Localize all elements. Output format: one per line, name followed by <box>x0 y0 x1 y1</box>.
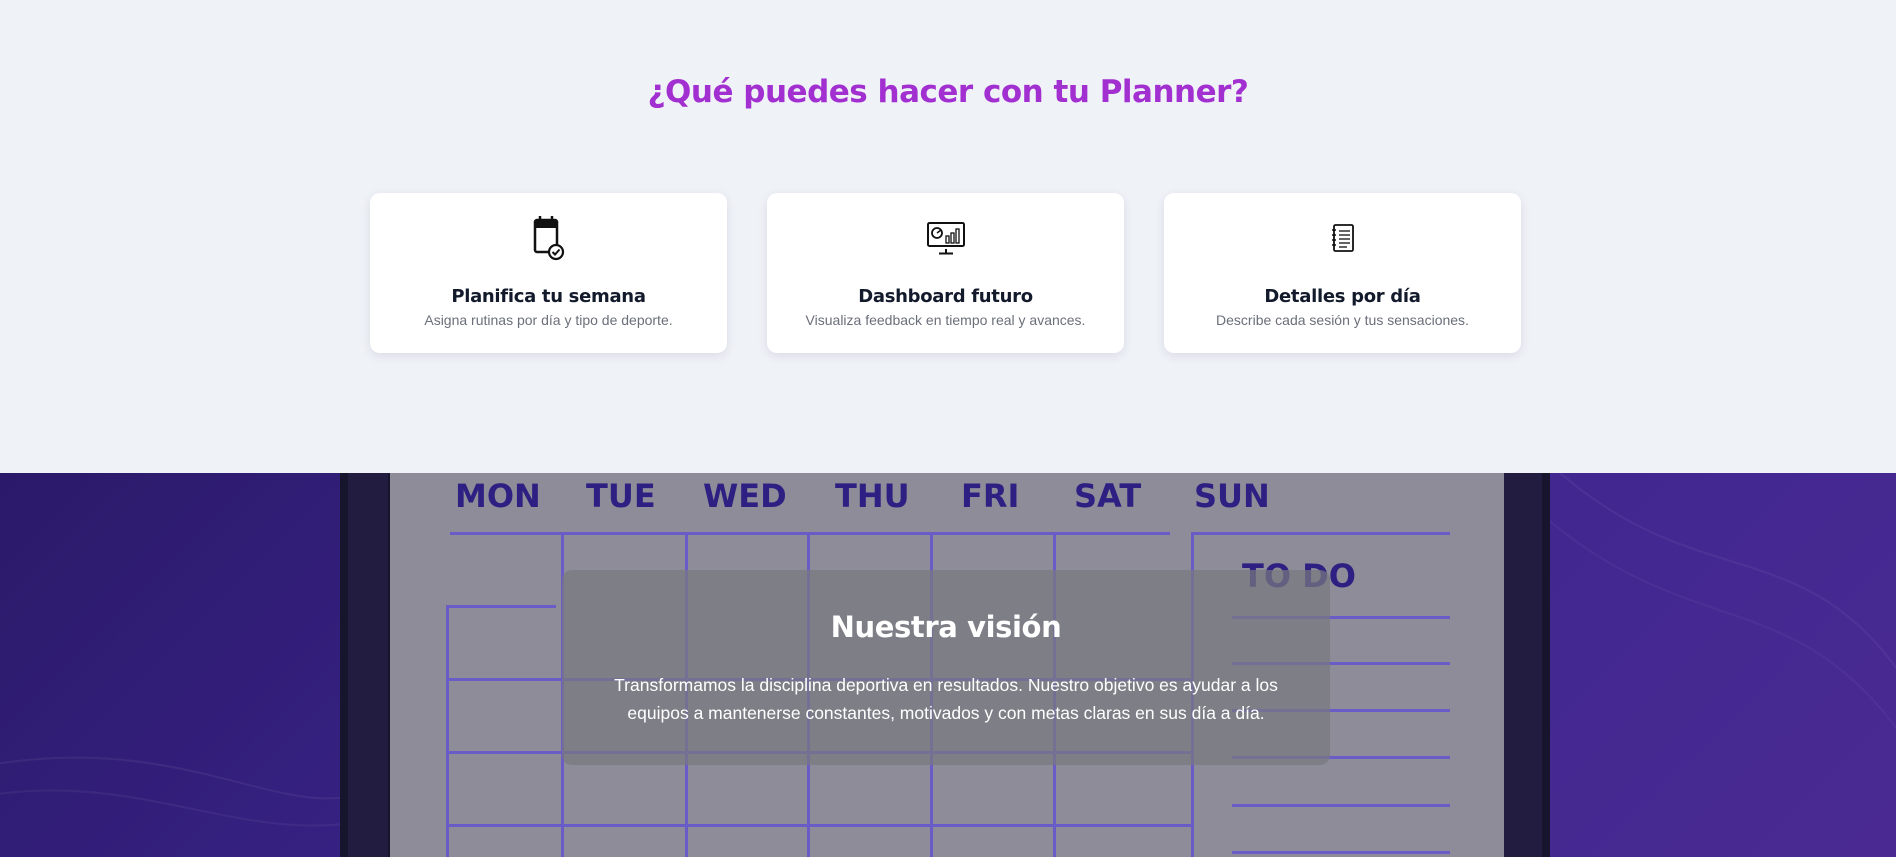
feature-card-plan: Planifica tu semana Asigna rutinas por d… <box>370 193 727 353</box>
feature-card-description: Visualiza feedback en tiempo real y avan… <box>805 312 1086 328</box>
feature-card-description: Asigna rutinas por día y tipo de deporte… <box>424 312 673 328</box>
monitor-chart-icon <box>767 213 1124 263</box>
feature-card-title: Detalles por día <box>1264 286 1421 307</box>
vision-overlay-card: Nuestra visión Transformamos la discipli… <box>562 570 1330 765</box>
notebook-list-icon <box>1164 213 1521 263</box>
board-day-wed: WED <box>703 477 787 515</box>
board-day-thu: THU <box>835 477 910 515</box>
board-day-fri: FRI <box>961 477 1020 515</box>
features-title: ¿Qué puedes hacer con tu Planner? <box>647 74 1249 110</box>
board-day-mon: MON <box>455 477 541 515</box>
features-section: ¿Qué puedes hacer con tu Planner? Planif… <box>0 0 1896 473</box>
feature-card-dashboard: Dashboard futuro Visualiza feedback en t… <box>767 193 1124 353</box>
vision-text: Transformamos la disciplina deportiva en… <box>614 675 1278 723</box>
feature-card-details: Detalles por día Describe cada sesión y … <box>1164 193 1521 353</box>
calendar-check-icon <box>370 213 727 263</box>
board-day-sat: SAT <box>1074 477 1142 515</box>
board-day-tue: TUE <box>586 477 656 515</box>
vision-title: Nuestra visión <box>830 610 1062 644</box>
feature-card-title: Planifica tu semana <box>451 286 646 307</box>
board-day-sun: SUN <box>1194 477 1270 515</box>
feature-card-title: Dashboard futuro <box>858 286 1033 307</box>
feature-card-description: Describe cada sesión y tus sensaciones. <box>1216 312 1469 328</box>
